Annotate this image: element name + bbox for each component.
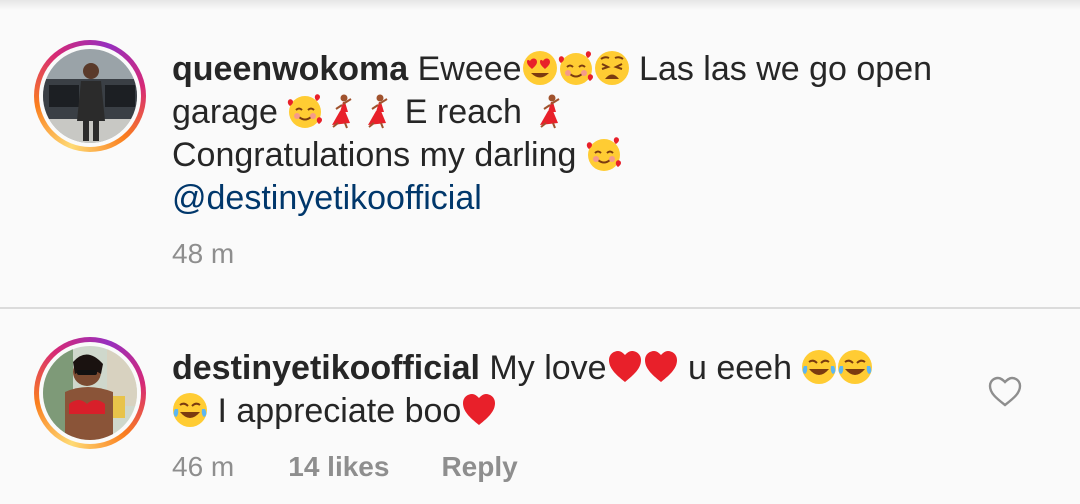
weary-face-emoji — [593, 50, 630, 86]
tears-of-joy-emoji — [837, 349, 874, 385]
comment-text-1: queenwokoma Eweee Las las we go open gar… — [172, 48, 1020, 220]
comment-body: garage — [172, 93, 288, 131]
comment-text-2: destinyetikoofficial My love u eeeh I ap… — [172, 347, 1020, 433]
comment-timestamp: 48 m — [172, 238, 235, 269]
dancer-emoji — [331, 93, 353, 129]
red-heart-emoji — [463, 394, 496, 425]
comment-body: Las las we go open — [629, 50, 933, 88]
smiling-hearts-emoji — [557, 50, 594, 86]
comment-body: I appreciate boo — [208, 392, 462, 430]
comment-body: My love — [489, 349, 607, 387]
dancer-emoji — [367, 93, 389, 129]
comment-username[interactable]: destinyetikoofficial — [172, 349, 480, 387]
heart-eyes-emoji — [522, 51, 557, 85]
avatar-queenwokoma[interactable] — [34, 40, 146, 152]
avatar-photo — [43, 346, 137, 440]
comment-divider — [0, 307, 1080, 309]
dancer-emoji — [539, 93, 561, 129]
likes-count-button[interactable]: 14 likes — [288, 451, 389, 483]
mention-link[interactable]: @destinyetikoofficial — [172, 179, 482, 217]
tears-of-joy-emoji — [801, 349, 838, 385]
heart-outline-icon[interactable] — [988, 376, 1022, 408]
comment-body: E reach — [395, 93, 532, 131]
comment-meta-2: 46 m 14 likes Reply — [172, 451, 518, 483]
tears-of-joy-emoji — [172, 392, 208, 428]
avatar-photo — [43, 49, 137, 143]
comment-body: u eeeh — [678, 349, 802, 387]
comment-body: Congratulations my darling — [172, 136, 586, 174]
top-edge-shadow — [0, 0, 1080, 10]
reply-button[interactable]: Reply — [441, 451, 517, 483]
red-heart-emoji — [644, 351, 677, 382]
comment-username[interactable]: queenwokoma — [172, 50, 408, 88]
smiling-hearts-emoji — [585, 136, 622, 172]
red-heart-emoji — [608, 351, 641, 382]
smiling-hearts-emoji — [287, 93, 324, 129]
comment-body: Eweee — [417, 50, 522, 88]
comment-timestamp: 46 m — [172, 451, 235, 482]
comment-meta-1: 48 m — [172, 238, 234, 270]
avatar-destinyetikoofficial[interactable] — [34, 337, 146, 449]
